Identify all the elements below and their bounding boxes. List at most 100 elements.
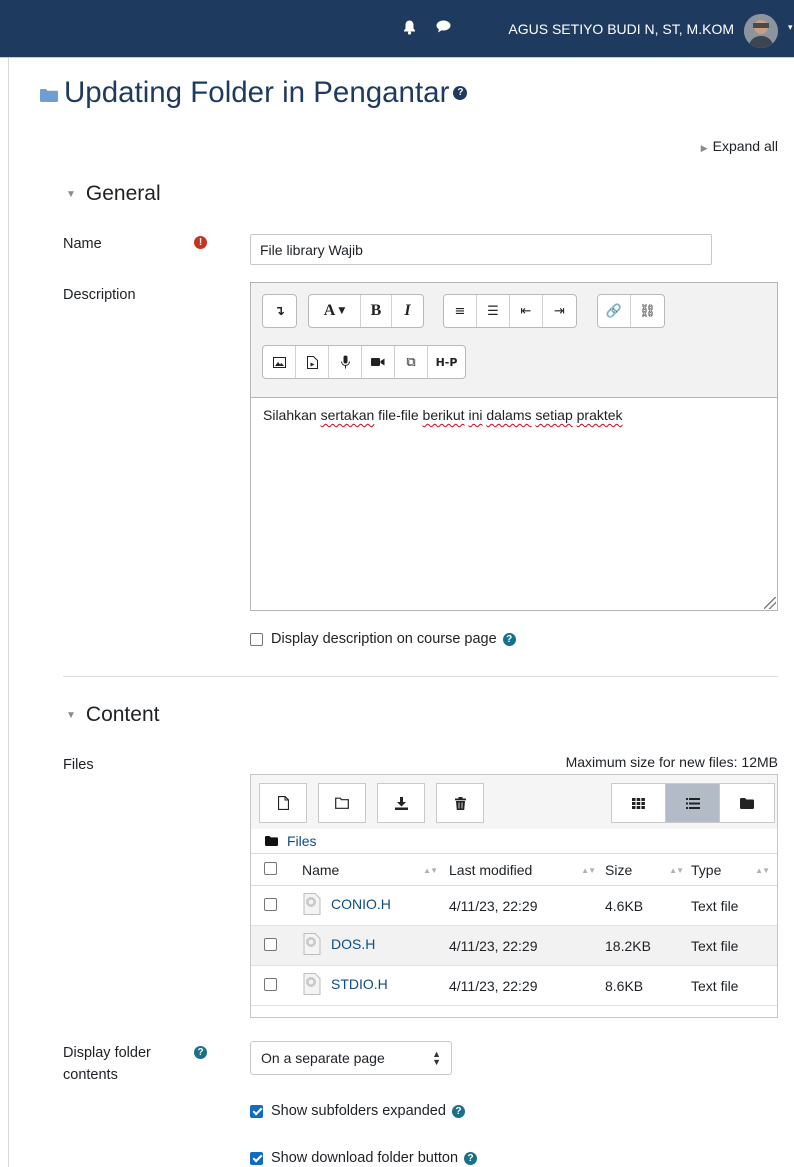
help-icon[interactable]: ?: [194, 1046, 207, 1059]
row-checkbox[interactable]: [264, 897, 277, 911]
sort-icon: ▲▼: [581, 866, 596, 875]
display-folder-select[interactable]: On a separate page ▲ ▼: [250, 1041, 452, 1075]
page-title-text: Updating Folder in Pengantar: [64, 76, 450, 109]
table-row[interactable]: CONIO.H 4/11/23, 22:29 4.6KB Text file: [251, 885, 777, 926]
show-subfolders-label: Show subfolders expanded: [271, 1103, 446, 1119]
expand-all-label: Expand all: [712, 138, 778, 154]
description-text: Silahkan: [263, 407, 321, 423]
file-modified: 4/11/23, 22:29: [449, 965, 605, 1006]
max-file-size: Maximum size for new files: 12MB: [565, 754, 778, 770]
help-icon[interactable]: ?: [464, 1151, 478, 1165]
name-input[interactable]: [250, 234, 712, 265]
page-left-border: [8, 58, 9, 1167]
avatar[interactable]: [744, 14, 778, 48]
resize-grip[interactable]: [764, 597, 776, 609]
h5p-icon[interactable]: H-P: [428, 346, 465, 378]
folder-outline-icon: [335, 797, 349, 809]
row-checkbox[interactable]: [264, 937, 277, 951]
folder-icon: [265, 836, 278, 846]
view-icons-button[interactable]: [612, 784, 666, 822]
section-content-toggle[interactable]: ▼ Content: [66, 703, 159, 727]
paragraph-style-icon[interactable]: A ▼: [309, 295, 361, 327]
toolbar-style-group: A ▼ B I: [308, 294, 424, 328]
manage-files-icon[interactable]: ⧉: [395, 346, 428, 378]
file-list-table: Name ▲▼ Last modified ▲▼ Size ▲▼ Type ▲▼ CON…: [251, 853, 777, 1006]
file-type: Text file: [691, 885, 777, 926]
show-download-option: Show download folder button ?: [250, 1150, 478, 1166]
path-root-link[interactable]: Files: [287, 833, 317, 849]
toolbar-collapse-group: ↴: [262, 294, 297, 328]
column-type[interactable]: Type ▲▼: [691, 853, 777, 886]
toolbar-list-group: ≡ ☰ ⇤ ⇥: [443, 294, 577, 328]
chat-icon[interactable]: [436, 20, 451, 38]
video-camera-icon[interactable]: [362, 346, 395, 378]
view-list-button[interactable]: [666, 784, 720, 822]
bell-icon[interactable]: [403, 20, 416, 40]
description-text-area[interactable]: Silahkan sertakan file-file berikut ini …: [251, 397, 777, 610]
table-row[interactable]: STDIO.H 4/11/23, 22:29 8.6KB Text file: [251, 965, 777, 1006]
delete-button[interactable]: [436, 783, 484, 823]
user-name[interactable]: AGUS SETIYO BUDI N, ST, M.KOM: [508, 21, 734, 37]
column-name[interactable]: Name ▲▼: [291, 853, 449, 886]
column-modified-label: Last modified: [449, 861, 533, 878]
file-type: Text file: [691, 965, 777, 1006]
file-name-link[interactable]: DOS.H: [331, 936, 375, 952]
expand-all-link[interactable]: ▶ Expand all: [701, 138, 778, 154]
file-name-link[interactable]: STDIO.H: [331, 976, 388, 992]
toolbar-link-group: 🔗 ⛓: [597, 294, 665, 328]
outdent-icon[interactable]: ⇤: [510, 295, 543, 327]
unlink-icon[interactable]: ⛓: [631, 295, 664, 327]
description-text: file-file: [374, 407, 423, 423]
download-all-button[interactable]: [377, 783, 425, 823]
view-tree-button[interactable]: [720, 784, 774, 822]
folder-icon: [740, 797, 754, 809]
help-icon[interactable]: ?: [502, 632, 516, 646]
section-general-toggle[interactable]: ▼ General: [66, 182, 161, 206]
file-modified: 4/11/23, 22:29: [449, 885, 605, 926]
name-label: Name: [63, 236, 102, 252]
grid-icon: [632, 797, 645, 809]
add-file-button[interactable]: [259, 783, 307, 823]
table-header-row: Name ▲▼ Last modified ▲▼ Size ▲▼ Type ▲▼: [251, 853, 777, 886]
file-size: 4.6KB: [605, 885, 691, 926]
column-type-label: Type: [691, 861, 722, 878]
user-menu-caret-icon[interactable]: ▾: [788, 22, 793, 33]
toolbar-media-group: ⧉ H-P: [262, 345, 466, 379]
sort-icon: ▲▼: [755, 866, 770, 875]
description-label: Description: [63, 287, 136, 303]
column-last-modified[interactable]: Last modified ▲▼: [449, 853, 605, 886]
table-row[interactable]: DOS.H 4/11/23, 22:29 18.2KB Text file: [251, 925, 777, 966]
ordered-list-icon[interactable]: ☰: [477, 295, 510, 327]
file-name-link[interactable]: CONIO.H: [331, 896, 391, 912]
select-arrows-icon: ▲ ▼: [432, 1049, 441, 1067]
file-name-cell[interactable]: CONIO.H: [291, 885, 449, 926]
link-icon[interactable]: 🔗: [598, 295, 631, 327]
microphone-icon[interactable]: [329, 346, 362, 378]
row-select-cell: [251, 885, 291, 926]
bold-icon[interactable]: B: [361, 295, 392, 327]
image-icon[interactable]: [263, 346, 296, 378]
column-size[interactable]: Size ▲▼: [605, 853, 691, 886]
select-all-checkbox[interactable]: [264, 861, 277, 875]
help-icon[interactable]: ?: [451, 1104, 465, 1118]
media-file-icon[interactable]: [296, 346, 329, 378]
display-description-checkbox[interactable]: [250, 632, 263, 646]
trash-icon: [454, 796, 466, 810]
help-icon[interactable]: ?: [453, 86, 468, 100]
display-folder-label-line2: contents: [63, 1067, 118, 1083]
indent-icon[interactable]: ⇥: [543, 295, 576, 327]
view-mode-switcher: [611, 783, 775, 823]
file-size: 8.6KB: [605, 965, 691, 1006]
show-download-checkbox[interactable]: [250, 1151, 263, 1165]
create-folder-button[interactable]: [318, 783, 366, 823]
caret-right-icon: ▶: [700, 143, 708, 153]
sort-icon: ▲▼: [423, 866, 438, 875]
file-name-cell[interactable]: STDIO.H: [291, 965, 449, 1006]
file-name-cell[interactable]: DOS.H: [291, 925, 449, 966]
toolbar-collapse-icon[interactable]: ↴: [263, 295, 296, 327]
unordered-list-icon[interactable]: ≡: [444, 295, 477, 327]
row-checkbox[interactable]: [264, 977, 277, 991]
italic-icon[interactable]: I: [392, 295, 423, 327]
misspelled-word: setiap: [535, 407, 573, 423]
show-subfolders-checkbox[interactable]: [250, 1104, 263, 1118]
